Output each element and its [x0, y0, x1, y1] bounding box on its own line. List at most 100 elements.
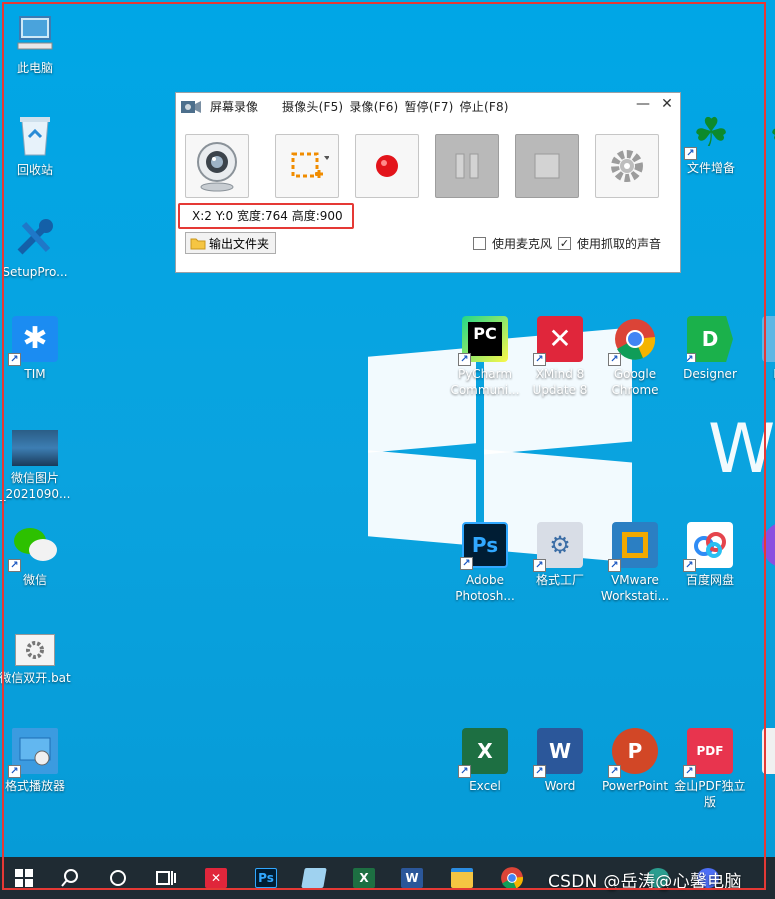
close-button[interactable]: ✕: [656, 96, 678, 116]
gear-icon: [611, 150, 643, 182]
desktop-icon-kingsoft-pdf[interactable]: PDF ↗ 金山PDF独立 版: [671, 728, 749, 810]
recorder-menu[interactable]: 摄像头(F5) 录像(F6) 暂停(F7) 停止(F8): [282, 98, 509, 115]
shortcut-arrow-icon: ↗: [687, 353, 696, 362]
chrome-icon: ↗: [608, 316, 658, 366]
cortana-icon: [110, 870, 126, 886]
chrome-icon: [501, 867, 524, 890]
search-button[interactable]: [46, 857, 94, 899]
clover-icon: ☘: [764, 110, 775, 156]
taskbar-photoshop[interactable]: Ps: [242, 857, 290, 899]
app-icon: [762, 522, 775, 568]
taskbar-chrome[interactable]: [488, 857, 536, 899]
desktop-icon-excel[interactable]: X ↗ Excel: [446, 728, 524, 794]
shortcut-arrow-icon: ↗: [458, 765, 471, 778]
clover-icon: ☘ ↗: [684, 110, 734, 160]
webcam-button[interactable]: [185, 134, 249, 198]
desktop-icon-baidu-netdisk[interactable]: ↗ 百度网盘: [671, 522, 749, 588]
desktop-icon-label: Excel: [469, 779, 501, 793]
desktop-icon-label: Ty: [746, 778, 775, 794]
desktop: W 此电脑 回收站 SetupPro... ✱ ↗ TIM 微信图片 _2021…: [0, 0, 775, 857]
webcam-icon: [197, 142, 237, 192]
desktop-icon-xmind[interactable]: ✕ ↗ XMind 8 Update 8: [521, 316, 599, 398]
computer-icon: [12, 10, 58, 56]
desktop-icon-wechat-bat[interactable]: 微信双开.bat: [0, 626, 74, 686]
excel-icon: X: [353, 868, 375, 888]
desktop-icon-designer[interactable]: D ↗ Designer: [671, 316, 749, 382]
pause-button[interactable]: [435, 134, 499, 198]
desktop-icon-format-factory[interactable]: ⚙ ↗ 格式工厂: [521, 522, 599, 588]
desktop-icon-powerpoint[interactable]: P ↗ PowerPoint: [596, 728, 674, 794]
capture-audio-checkbox[interactable]: ✓ 使用抓取的声音: [558, 235, 661, 252]
desktop-icon-label: TIM: [24, 367, 46, 381]
desktop-icon-label: PowerPoint: [601, 779, 669, 793]
desktop-icon-photoshop[interactable]: Ps ↗ Adobe Photosh...: [446, 522, 524, 604]
image-thumbnail-icon: [12, 430, 58, 466]
desktop-icon-label: XMind 8 Update 8: [532, 367, 588, 397]
desktop-icon-recycle-bin[interactable]: 回收站: [0, 112, 74, 178]
taskbar-file-explorer[interactable]: [438, 857, 486, 899]
stop-button[interactable]: [515, 134, 579, 198]
notepad-icon: [301, 868, 327, 888]
record-button[interactable]: [355, 134, 419, 198]
desktop-icon-pycharm[interactable]: PC ↗ PyCharm Communi...: [446, 316, 524, 398]
recorder-title: 屏幕录像: [210, 99, 259, 114]
shortcut-arrow-icon: ↗: [533, 559, 546, 572]
desktop-icon-label: 此电脑: [16, 61, 53, 75]
start-button[interactable]: [0, 857, 48, 899]
desktop-icon-label: 百度网盘: [685, 573, 734, 587]
desktop-icon-partial[interactable]: ☘ 按: [748, 110, 775, 176]
checkbox-unchecked[interactable]: [473, 237, 486, 250]
pdf-icon: PDF ↗: [683, 728, 733, 778]
desktop-icon-file-backup[interactable]: ☘ ↗ 文件增备: [672, 110, 750, 176]
taskbar-xmind[interactable]: ✕: [192, 857, 240, 899]
desktop-icon-label: 微信图片 _2021090...: [0, 471, 71, 501]
desktop-icon-label: 回收站: [16, 163, 53, 177]
output-folder-label: 输出文件夹: [209, 236, 270, 251]
pycharm-icon: PC ↗: [458, 316, 508, 366]
desktop-icon-label: 文件增备: [686, 161, 735, 175]
screen-recorder-window[interactable]: 屏幕录像 摄像头(F5) 录像(F6) 暂停(F7) 停止(F8) — ✕ X:…: [175, 92, 681, 273]
capture-audio-label: 使用抓取的声音: [577, 237, 662, 251]
desktop-icon-wechat[interactable]: ↗ 微信: [0, 522, 74, 588]
use-microphone-checkbox[interactable]: 使用麦克风: [473, 235, 552, 252]
shortcut-arrow-icon: ↗: [608, 559, 621, 572]
minimize-button[interactable]: —: [632, 96, 654, 116]
navicat-icon: [762, 316, 775, 362]
settings-button[interactable]: [595, 134, 659, 198]
desktop-icon-vmware[interactable]: ↗ VMware Workstati...: [596, 522, 674, 604]
desktop-icon-this-pc[interactable]: 此电脑: [0, 10, 74, 76]
checkbox-checked[interactable]: ✓: [558, 237, 571, 250]
stop-icon: [534, 153, 560, 179]
desktop-icon-word[interactable]: W ↗ Word: [521, 728, 599, 794]
shortcut-arrow-icon: ↗: [684, 147, 697, 160]
photoshop-icon: Ps: [255, 868, 277, 888]
output-folder-button[interactable]: 输出文件夹: [185, 232, 277, 254]
app-icon: [762, 728, 775, 774]
xmind-icon: ✕: [205, 868, 227, 888]
desktop-icon-navicat[interactable]: Nav for: [746, 316, 775, 398]
vmware-icon: ↗: [608, 522, 658, 572]
taskbar-word[interactable]: W: [388, 857, 436, 899]
desktop-icon-chrome[interactable]: ↗ Google Chrome: [596, 316, 674, 398]
region-select-button[interactable]: [275, 134, 339, 198]
desktop-icon-label: Adobe Photosh...: [455, 573, 515, 603]
desktop-icon-setuppro[interactable]: SetupPro...: [0, 214, 74, 280]
taskbar-excel[interactable]: X: [340, 857, 388, 899]
desktop-icon-partial[interactable]: Ty: [746, 728, 775, 794]
cortana-button[interactable]: [94, 857, 142, 899]
use-microphone-label: 使用麦克风: [492, 237, 553, 251]
task-view-button[interactable]: [142, 857, 190, 899]
desktop-icon-media-player[interactable]: ↗ 格式播放器: [0, 728, 74, 794]
desktop-icon-label: 微信双开.bat: [0, 671, 71, 685]
powerpoint-icon: P ↗: [608, 728, 658, 778]
format-factory-icon: ⚙ ↗: [533, 522, 583, 572]
baidu-netdisk-icon: ↗: [683, 522, 733, 572]
desktop-icon-label: 微信: [22, 573, 47, 587]
desktop-icon-partial[interactable]: 可: [746, 522, 775, 588]
recorder-title-bar[interactable]: 屏幕录像 摄像头(F5) 录像(F6) 暂停(F7) 停止(F8) — ✕: [176, 93, 680, 119]
media-player-icon: ↗: [8, 728, 58, 778]
desktop-icon-wechat-image[interactable]: 微信图片 _2021090...: [0, 420, 74, 502]
taskbar-notepad[interactable]: [290, 857, 338, 899]
shortcut-arrow-icon: ↗: [683, 765, 696, 778]
desktop-icon-tim[interactable]: ✱ ↗ TIM: [0, 316, 74, 382]
